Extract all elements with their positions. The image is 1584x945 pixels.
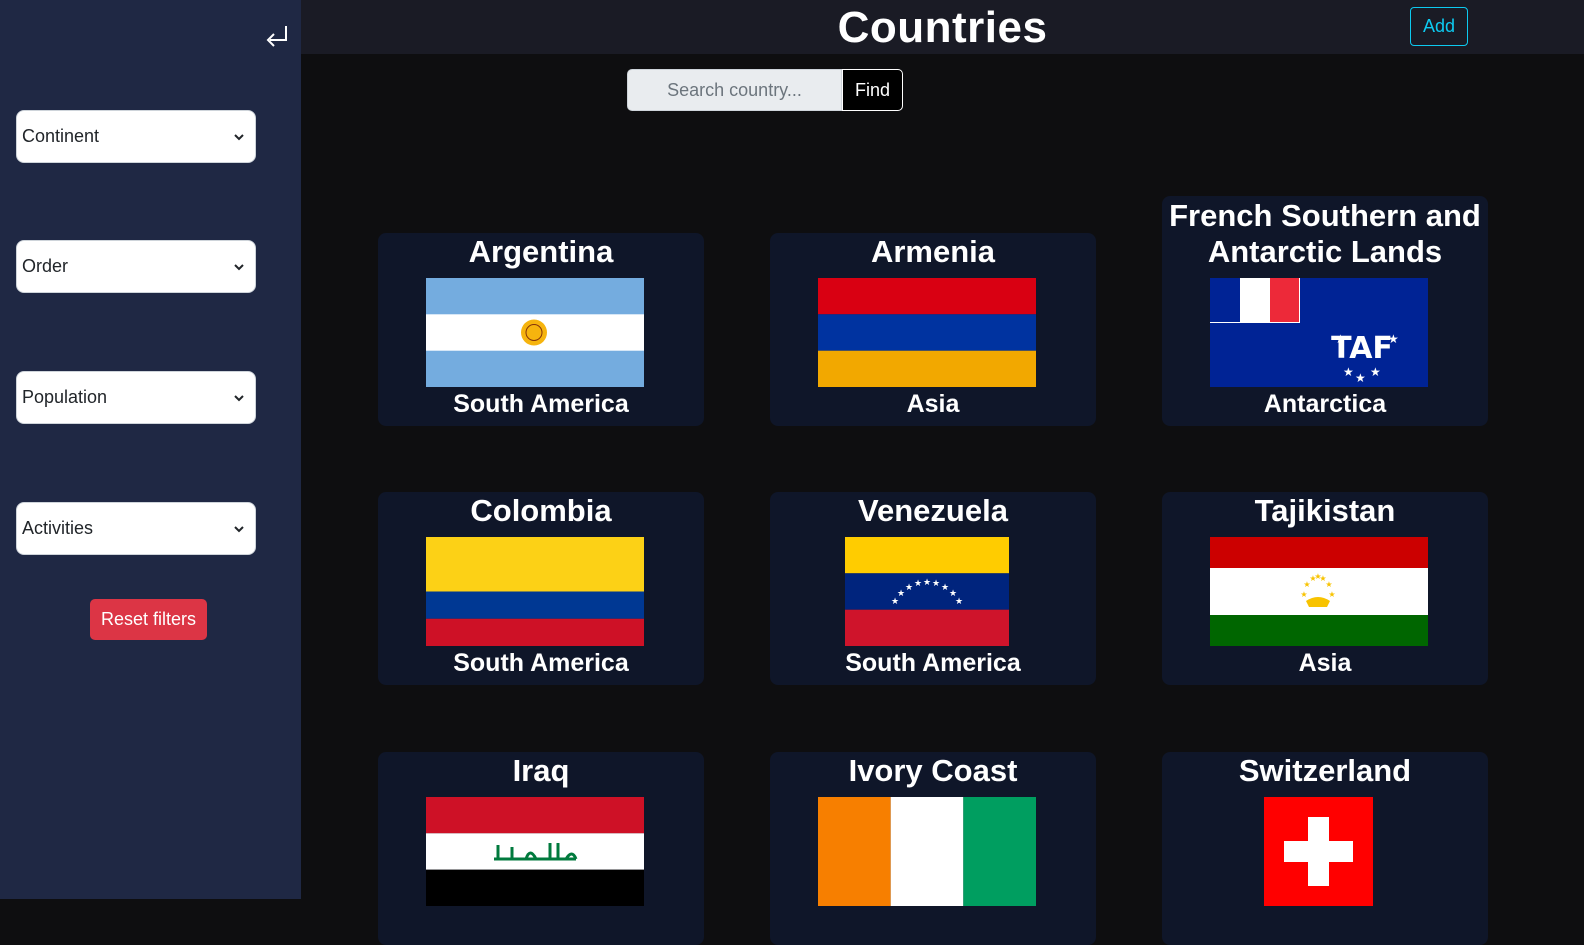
country-name: Armenia	[870, 234, 996, 269]
header: Countries Add	[301, 0, 1584, 54]
svg-text:★: ★	[1388, 332, 1399, 346]
french-southern-lands-flag-icon: TAF ★ ★ ★ ★ ★	[1210, 278, 1428, 387]
country-continent: South America	[845, 649, 1021, 677]
venezuela-flag-icon: ★ ★ ★ ★ ★ ★ ★ ★ ★	[845, 537, 1009, 646]
svg-text:★: ★	[955, 597, 963, 607]
order-select[interactable]: Order	[16, 240, 256, 293]
country-name: Colombia	[470, 493, 612, 528]
add-button[interactable]: Add	[1410, 7, 1468, 46]
country-name: Venezuela	[858, 493, 1008, 528]
tajikistan-flag-icon: ★ ★ ★ ★ ★ ★ ★	[1210, 537, 1428, 646]
armenia-flag-icon	[818, 278, 1036, 387]
svg-text:★: ★	[905, 583, 913, 593]
svg-text:★: ★	[897, 589, 905, 599]
continent-select[interactable]: Continent	[16, 110, 256, 163]
country-name: Ivory Coast	[848, 753, 1018, 788]
population-select[interactable]: Population	[16, 371, 256, 424]
order-select-label: Order	[22, 256, 69, 276]
reset-filters-button[interactable]: Reset filters	[90, 599, 207, 640]
return-arrow-icon	[266, 26, 287, 47]
activities-select[interactable]: Activities	[16, 502, 256, 555]
country-card-armenia[interactable]: Armenia Asia	[770, 233, 1096, 426]
svg-text:★: ★	[1343, 365, 1354, 379]
svg-text:★: ★	[941, 583, 949, 593]
country-continent: South America	[453, 649, 629, 677]
country-card-ivory-coast[interactable]: Ivory Coast	[770, 752, 1096, 945]
page-title: Countries	[837, 3, 1048, 52]
ivory-coast-flag-icon	[818, 797, 1036, 906]
country-name: Tajikistan	[1254, 493, 1396, 528]
switzerland-flag-icon	[1264, 797, 1373, 906]
country-name: Switzerland	[1238, 753, 1412, 788]
country-continent: Asia	[906, 390, 960, 418]
country-card-argentina[interactable]: Argentina South America	[378, 233, 704, 426]
country-name: French Southern and Antarctic Lands	[1169, 198, 1481, 269]
svg-text:★: ★	[914, 579, 922, 589]
country-card-switzerland[interactable]: Switzerland	[1162, 752, 1488, 945]
find-button[interactable]: Find	[842, 69, 903, 111]
continent-select-label: Continent	[22, 126, 100, 146]
country-name: Iraq	[512, 753, 570, 788]
population-select-label: Population	[22, 387, 108, 407]
svg-text:★: ★	[1335, 332, 1346, 346]
chevron-down-icon	[234, 263, 244, 270]
svg-text:★: ★	[1328, 590, 1335, 599]
svg-text:★: ★	[1300, 590, 1307, 599]
svg-text:★: ★	[923, 578, 931, 588]
svg-text:★: ★	[932, 579, 940, 589]
search-input[interactable]	[627, 69, 842, 111]
country-continent: South America	[453, 390, 629, 418]
svg-text:★: ★	[1370, 365, 1381, 379]
chevron-down-icon	[234, 525, 244, 532]
colombia-flag-icon	[426, 537, 644, 646]
country-card-venezuela[interactable]: Venezuela ★ ★ ★ ★ ★ ★ ★ ★ ★ South Americ…	[770, 492, 1096, 685]
country-card-colombia[interactable]: Colombia South America	[378, 492, 704, 685]
country-name: Argentina	[468, 234, 614, 269]
country-card-iraq[interactable]: Iraq	[378, 752, 704, 945]
chevron-down-icon	[234, 133, 244, 140]
country-card-french-southern-lands[interactable]: French Southern and Antarctic Lands TAF …	[1162, 196, 1488, 426]
argentina-flag-icon	[426, 278, 644, 387]
svg-text:★: ★	[1355, 371, 1366, 385]
country-card-tajikistan[interactable]: Tajikistan ★ ★ ★ ★ ★ ★ ★ Asia	[1162, 492, 1488, 685]
chevron-down-icon	[234, 394, 244, 401]
activities-select-label: Activities	[22, 518, 94, 538]
country-continent: Asia	[1298, 649, 1352, 677]
country-continent: Antarctica	[1263, 390, 1387, 418]
sidebar: Continent Order Population Activities Re…	[0, 0, 301, 899]
iraq-flag-icon	[426, 797, 644, 906]
back-button[interactable]	[262, 22, 292, 52]
svg-text:★: ★	[1325, 580, 1332, 589]
